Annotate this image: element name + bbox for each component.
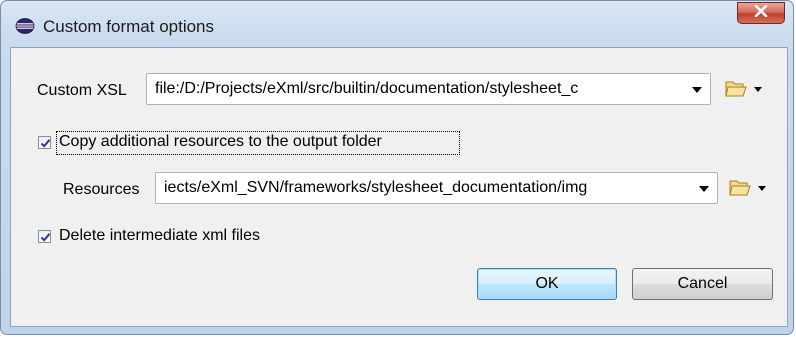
dialog-window: Custom format options Custom XSL file:/D… (0, 0, 794, 335)
resources-label: Resources (63, 181, 140, 198)
resources-browse-button[interactable] (727, 174, 771, 202)
ok-button[interactable]: OK (477, 268, 617, 300)
folder-icon (725, 81, 762, 97)
title-bar[interactable]: Custom format options (1, 1, 793, 45)
close-icon (754, 4, 768, 22)
custom-xsl-label: Custom XSL (37, 82, 127, 99)
checkmark-icon (40, 233, 51, 242)
custom-xsl-browse-button[interactable] (723, 75, 767, 103)
dialog-title: Custom format options (43, 17, 215, 36)
delete-intermediate-checkbox[interactable] (38, 230, 51, 243)
resources-value: iects/eXml_SVN/frameworks/stylesheet_doc… (164, 179, 588, 196)
dialog-content: Custom XSL file:/D:/Projects/eXml/src/bu… (10, 47, 788, 327)
custom-xsl-value: file:/D:/Projects/eXml/src/builtin/docum… (155, 80, 579, 97)
resources-combo[interactable]: iects/eXml_SVN/frameworks/stylesheet_doc… (155, 172, 718, 204)
cancel-button[interactable]: Cancel (632, 268, 773, 300)
app-icon (15, 18, 35, 34)
checkmark-icon (40, 139, 51, 148)
custom-xsl-combo[interactable]: file:/D:/Projects/eXml/src/builtin/docum… (146, 73, 711, 105)
combo-dropdown-arrow-icon[interactable] (699, 186, 709, 192)
folder-icon (729, 180, 766, 196)
copy-resources-checkbox[interactable] (38, 136, 51, 149)
copy-resources-label[interactable]: Copy additional resources to the output … (59, 133, 382, 151)
delete-intermediate-label[interactable]: Delete intermediate xml files (59, 227, 260, 245)
close-button[interactable] (737, 2, 785, 24)
combo-dropdown-arrow-icon[interactable] (692, 87, 702, 93)
